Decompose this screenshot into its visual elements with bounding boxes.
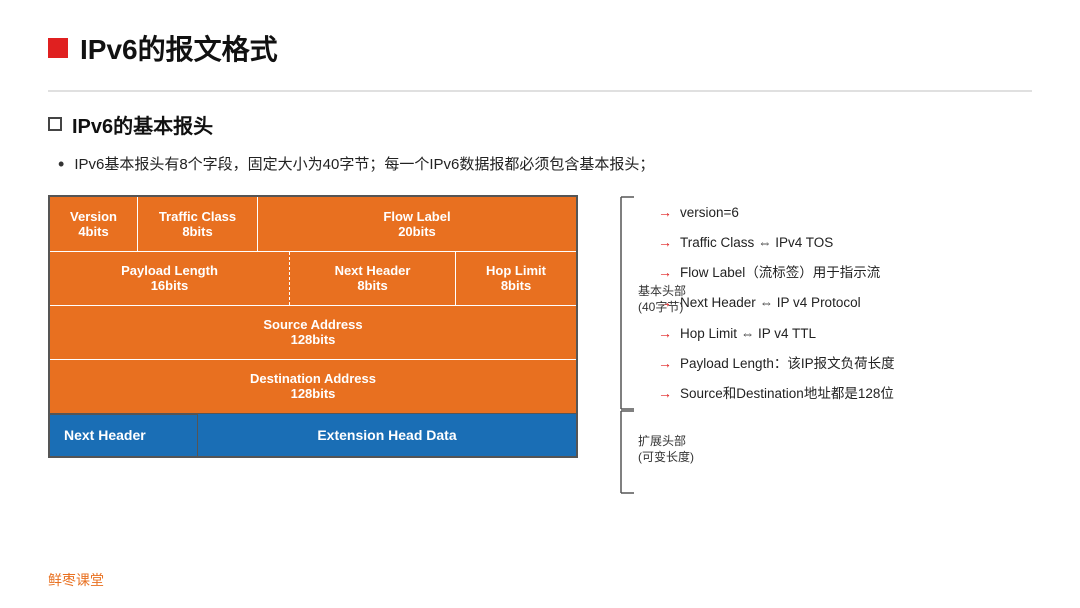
payload-label: Payload Length (121, 263, 218, 278)
title-red-square (48, 38, 68, 58)
footer-text: 鲜枣课堂 (48, 572, 104, 588)
annotation-item-3: →Next Header ⇔ IP v4 Protocol (658, 293, 1032, 313)
svg-text:(40字节): (40字节) (638, 299, 683, 314)
annotation-item-0: →version=6 (658, 203, 1032, 223)
footer: 鲜枣课堂 (48, 570, 104, 590)
title-row: IPv6的报文格式 (48, 28, 1032, 68)
bullet-row: • IPv6基本报头有8个字段，固定大小为40字节；每一个IPv6数据报都必须包… (48, 153, 1032, 177)
diagram-container: Version 4bits Traffic Class 8bits Flow L… (48, 195, 628, 458)
hoplimit-label: Hop Limit (486, 263, 546, 278)
annotation-text-2: Flow Label（流标签）用于指示流 (680, 263, 880, 283)
page-title: IPv6的报文格式 (80, 28, 278, 68)
packet-row-4: Destination Address 128bits (50, 359, 576, 413)
cell-traffic-class: Traffic Class 8bits (138, 197, 258, 251)
annotation-item-1: →Traffic Class ⇔ IPv4 TOS (658, 233, 1032, 253)
payload-bits: 16bits (151, 278, 189, 293)
page-container: IPv6的报文格式 IPv6的基本报头 • IPv6基本报头有8个字段，固定大小… (0, 0, 1080, 608)
dest-address-bits: 128bits (291, 386, 336, 401)
traffic-bits: 8bits (182, 224, 212, 239)
packet-row-3: Source Address 128bits (50, 305, 576, 359)
extension-head-label: Extension Head Data (317, 427, 456, 443)
cell-next-header-blue: Next Header (50, 414, 198, 456)
bullet-text: IPv6基本报头有8个字段，固定大小为40字节；每一个IPv6数据报都必须包含基… (74, 153, 654, 177)
section-square (48, 117, 62, 131)
annotation-text-3: Next Header ⇔ IP v4 Protocol (680, 293, 861, 313)
section-title-row: IPv6的基本报头 (48, 110, 1032, 139)
annotation-item-5: →Payload Length：该IP报文负荷长度 (658, 354, 1032, 374)
nexthdr-label: Next Header (335, 263, 411, 278)
version-bits: 4bits (78, 224, 108, 239)
cell-flow-label: Flow Label 20bits (258, 197, 576, 251)
title-divider (48, 90, 1032, 92)
flow-bits: 20bits (398, 224, 436, 239)
annotation-item-2: →Flow Label（流标签）用于指示流 (658, 263, 1032, 283)
cell-hop-limit: Hop Limit 8bits (456, 252, 576, 305)
cell-next-header: Next Header 8bits (290, 252, 456, 305)
source-address-label: Source Address (263, 317, 362, 332)
packet-row-5: Next Header Extension Head Data (50, 413, 576, 456)
nexthdr-bits: 8bits (357, 278, 387, 293)
packet-grid: Version 4bits Traffic Class 8bits Flow L… (48, 195, 578, 458)
version-label: Version (70, 209, 117, 224)
cell-version: Version 4bits (50, 197, 138, 251)
source-address-bits: 128bits (291, 332, 336, 347)
svg-text:基本头部: 基本头部 (638, 283, 686, 298)
packet-row-1: Version 4bits Traffic Class 8bits Flow L… (50, 197, 576, 251)
cell-extension-head-data: Extension Head Data (198, 414, 576, 456)
content-area: Version 4bits Traffic Class 8bits Flow L… (48, 195, 1032, 458)
dest-address-label: Destination Address (250, 371, 376, 386)
hoplimit-bits: 8bits (501, 278, 531, 293)
flow-label: Flow Label (383, 209, 450, 224)
brace-svg: 基本头部 (40字节) 扩展头部 (可变长度) (616, 195, 706, 495)
annotation-item-6: →Source和Destination地址都是128位 (658, 384, 1032, 404)
packet-row-2: Payload Length 16bits Next Header 8bits … (50, 251, 576, 305)
traffic-label: Traffic Class (159, 209, 236, 224)
section-title: IPv6的基本报头 (72, 110, 213, 139)
svg-text:扩展头部: 扩展头部 (638, 433, 686, 448)
annotation-item-4: →Hop Limit ⇔ IP v4 TTL (658, 324, 1032, 344)
bullet-icon: • (58, 154, 64, 175)
next-header-blue-label: Next Header (64, 427, 146, 443)
annotations-panel: →version=6 →Traffic Class ⇔ IPv4 TOS →Flow… (658, 195, 1032, 415)
cell-payload-length: Payload Length 16bits (50, 252, 290, 305)
annotation-text-6: Source和Destination地址都是128位 (680, 384, 894, 404)
annotation-text-5: Payload Length：该IP报文负荷长度 (680, 354, 895, 374)
svg-text:(可变长度): (可变长度) (638, 449, 694, 464)
